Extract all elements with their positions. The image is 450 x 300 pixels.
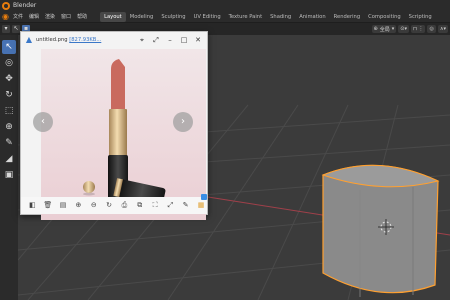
edit-icon[interactable]: ✎ (180, 199, 192, 212)
add-cube-icon[interactable]: ▣ (2, 168, 16, 182)
viewport-header-tools: ⊕ 全局 ▾ ⊙▾ ⊓ ⋮ ◎ ∧▾ (371, 23, 450, 35)
delete-icon[interactable]: 🗑 (42, 199, 54, 212)
tab-uv-editing[interactable]: UV Editing (190, 12, 225, 22)
viewer-window-controls: ⌖ ⤢ – □ ✕ (133, 35, 203, 45)
orientation-label: 全局 (379, 26, 390, 33)
title-bar: Blender (0, 0, 450, 11)
image-viewer-window[interactable]: ▲ untitled.png [827.93KB... ⌖ ⤢ – □ ✕ ‹ … (20, 31, 208, 220)
maximize-icon[interactable]: □ (179, 35, 189, 45)
prev-image-button[interactable]: ‹ (33, 112, 53, 132)
annotate-icon[interactable]: ✎ (2, 136, 16, 150)
snap-toggle[interactable]: ⊓ ⋮ (410, 25, 426, 33)
move-icon[interactable]: ✥ (2, 72, 16, 86)
filename-text: untitled.png (36, 37, 68, 43)
zoom-out-icon[interactable]: ⊖ (88, 199, 100, 212)
tool-shelf: ↖ ◎ ✥ ↻ ⬚ ⊕ ✎ ◢ ▣ (0, 38, 18, 213)
tab-shading[interactable]: Shading (266, 12, 295, 22)
menu-edit[interactable]: 编辑 (26, 13, 42, 20)
transform-icon[interactable]: ⊕ (2, 120, 16, 134)
pivot-point-dropdown[interactable]: ⊙▾ (398, 25, 409, 33)
cylinder-object[interactable] (321, 164, 440, 297)
viewer-app-icon: ▲ (25, 35, 33, 44)
orientation-icon: ⊕ (373, 26, 378, 32)
rotate-icon[interactable]: ↻ (103, 199, 115, 212)
lipstick-photo (41, 49, 206, 220)
tab-sculpting[interactable]: Sculpting (157, 12, 189, 22)
editor-type-icon[interactable]: ▾ (2, 25, 10, 33)
chevron-down-icon: ▾ (391, 26, 395, 32)
tab-modeling[interactable]: Modeling (126, 12, 158, 22)
menu-help[interactable]: 帮助 (74, 13, 90, 20)
print-icon[interactable]: ⎙ (119, 199, 131, 212)
info-icon[interactable]: ▤ (57, 199, 69, 212)
sidebar-icon[interactable]: ◧ (27, 199, 39, 212)
notification-badge (201, 194, 207, 200)
viewer-filename: untitled.png [827.93KB... (36, 37, 101, 43)
blender-logo-icon (2, 1, 10, 10)
next-image-button[interactable]: › (173, 112, 193, 132)
menu-render[interactable]: 渲染 (42, 13, 58, 20)
tab-compositing[interactable]: Compositing (364, 12, 405, 22)
copy-icon[interactable]: ⧉ (134, 199, 146, 212)
tab-layout[interactable]: Layout (100, 11, 126, 22)
tab-texture-paint[interactable]: Texture Paint (225, 12, 266, 22)
select-box-icon[interactable]: ↖ (2, 40, 16, 54)
cursor-select-icon[interactable]: ↖ (12, 25, 20, 33)
fullscreen-icon[interactable]: ⤢ (165, 199, 177, 212)
menu-bar: ◉ 文件 编辑 渲染 窗口 帮助 Layout Modeling Sculpti… (0, 11, 450, 23)
zoom-in-icon[interactable]: ⊕ (73, 199, 85, 212)
lipstick-image (41, 49, 206, 220)
measure-icon[interactable]: ◢ (2, 152, 16, 166)
expand-icon[interactable]: ⤢ (151, 35, 161, 45)
app-title: Blender (13, 2, 37, 9)
cursor-icon[interactable]: ◎ (2, 56, 16, 70)
close-icon[interactable]: ✕ (193, 35, 203, 45)
tab-animation[interactable]: Animation (295, 12, 329, 22)
crop-icon[interactable]: ⛶ (149, 199, 161, 212)
apps-icon[interactable]: ▦ (195, 199, 207, 212)
falloff-dropdown[interactable]: ∧▾ (437, 25, 448, 33)
scale-icon[interactable]: ⬚ (2, 104, 16, 118)
tab-scripting[interactable]: Scripting (405, 12, 436, 22)
tab-rendering[interactable]: Rendering (330, 12, 365, 22)
pin-icon[interactable]: ⌖ (137, 35, 147, 45)
proportional-edit-toggle[interactable]: ◎ (427, 25, 436, 33)
viewer-toolbar: ◧ 🗑 ▤ ⊕ ⊖ ↻ ⎙ ⧉ ⛶ ⤢ ✎ ▦ (21, 194, 207, 214)
file-size-link[interactable]: [827.93KB... (69, 37, 101, 43)
rotate-tool-icon[interactable]: ↻ (2, 88, 16, 102)
transform-orientation-dropdown[interactable]: ⊕ 全局 ▾ (371, 25, 397, 33)
blender-menu-icon[interactable]: ◉ (1, 12, 10, 21)
menu-file[interactable]: 文件 (10, 13, 26, 20)
workspace-tabs: Layout Modeling Sculpting UV Editing Tex… (100, 11, 436, 22)
menu-window[interactable]: 窗口 (58, 13, 74, 20)
minimize-icon[interactable]: – (165, 35, 175, 45)
viewer-titlebar: ▲ untitled.png [827.93KB... ⌖ ⤢ – □ ✕ (21, 32, 207, 48)
